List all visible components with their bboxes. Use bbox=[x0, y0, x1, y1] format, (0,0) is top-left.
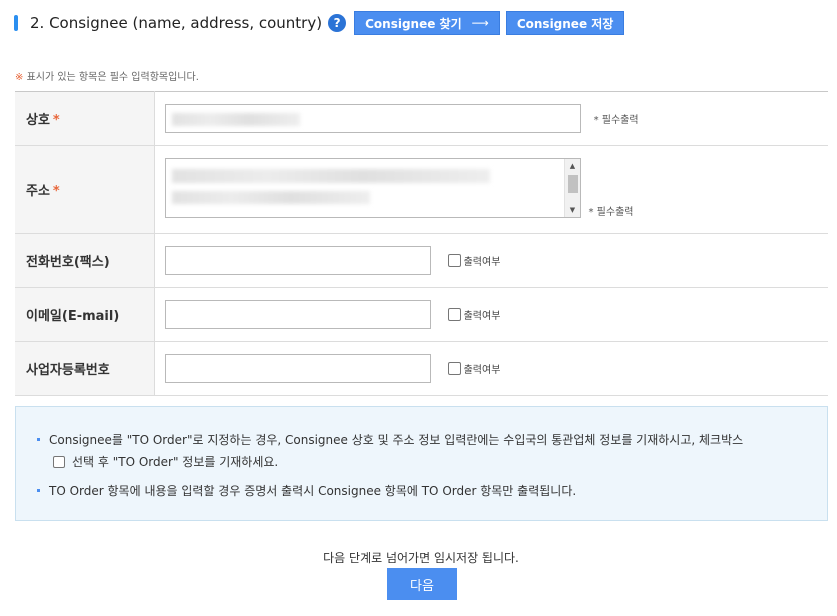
scrollbar[interactable]: ▲ ▼ bbox=[563, 158, 581, 217]
checkbox-label: 출력여부 bbox=[463, 257, 501, 268]
form-row-phone: 전화번호(팩스) 출력여부 bbox=[15, 233, 828, 288]
row-label: 상호 * bbox=[15, 91, 155, 146]
print-checkbox[interactable]: 출력여부 bbox=[447, 361, 501, 376]
form-row-business-number: 사업자등록번호 출력여부 bbox=[15, 341, 828, 396]
redacted-text bbox=[171, 168, 490, 183]
checkbox-label: 출력여부 bbox=[463, 311, 501, 322]
phone-fax-input[interactable] bbox=[164, 246, 431, 275]
label-text: 주소 bbox=[26, 184, 50, 199]
print-checkbox[interactable]: 출력여부 bbox=[447, 253, 501, 268]
consignee-address-textarea[interactable]: ▲ ▼ bbox=[164, 157, 581, 218]
section-marker bbox=[14, 15, 18, 31]
required-note-mark: ※ bbox=[15, 72, 24, 83]
find-consignee-button[interactable]: Consignee 찾기 ⟶ bbox=[354, 11, 500, 35]
info-line-1b: 선택 후 "TO Order" 정보를 기재하세요. bbox=[53, 453, 278, 470]
section-header: 2. Consignee (name, address, country) ? … bbox=[14, 10, 630, 36]
required-note: ※ 표시가 있는 항목은 필수 입력항목입니다. bbox=[15, 68, 199, 83]
redacted-text bbox=[171, 113, 300, 126]
checkbox-box[interactable] bbox=[447, 254, 461, 267]
field-cell: 출력여부 bbox=[154, 287, 828, 342]
temp-save-note: 다음 단계로 넘어가면 임시저장 됩니다. bbox=[323, 551, 519, 565]
required-print-tag: * 필수출력 bbox=[588, 207, 634, 218]
field-cell: * 필수출력 bbox=[154, 91, 828, 146]
section-title: 2. Consignee (name, address, country) bbox=[30, 14, 323, 32]
scroll-thumb[interactable] bbox=[567, 174, 578, 193]
scroll-down-icon[interactable]: ▼ bbox=[565, 203, 581, 217]
checkbox-label: 출력여부 bbox=[463, 365, 501, 376]
row-label: 사업자등록번호 bbox=[15, 341, 155, 396]
row-label: 이메일(E-mail) bbox=[15, 287, 155, 342]
next-button[interactable]: 다음 bbox=[387, 568, 457, 600]
redacted-text bbox=[171, 190, 370, 204]
field-cell: ▲ ▼ * 필수출력 bbox=[154, 145, 828, 234]
business-number-input[interactable] bbox=[164, 354, 431, 383]
to-order-checkbox[interactable] bbox=[53, 456, 65, 468]
field-cell: 출력여부 bbox=[154, 233, 828, 288]
info-box: Consignee를 "TO Order"로 지정하는 경우, Consigne… bbox=[15, 406, 828, 521]
checkbox-box[interactable] bbox=[447, 362, 461, 375]
row-label: 주소 * bbox=[15, 145, 155, 234]
arrow-right-icon: ⟶ bbox=[471, 16, 489, 30]
info-line-1: Consignee를 "TO Order"로 지정하는 경우, Consigne… bbox=[49, 433, 744, 447]
required-star: * bbox=[52, 113, 60, 128]
required-note-text: 표시가 있는 항목은 필수 입력항목입니다. bbox=[26, 72, 199, 83]
label-text: 상호 bbox=[26, 113, 50, 128]
row-label: 전화번호(팩스) bbox=[15, 233, 155, 288]
checkbox-box[interactable] bbox=[447, 308, 461, 321]
required-star: * bbox=[52, 184, 60, 199]
help-question-icon[interactable]: ? bbox=[328, 14, 347, 32]
bullet bbox=[37, 489, 40, 492]
bullet bbox=[37, 438, 40, 441]
field-cell: 출력여부 bbox=[154, 341, 828, 396]
form-row-address: 주소 * ▲ ▼ * 필수출력 bbox=[15, 145, 828, 234]
print-checkbox[interactable]: 출력여부 bbox=[447, 307, 501, 322]
form-row-email: 이메일(E-mail) 출력여부 bbox=[15, 287, 828, 342]
required-print-tag: * 필수출력 bbox=[593, 115, 639, 126]
info-line-2: TO Order 항목에 내용을 입력할 경우 증명서 출력시 Consigne… bbox=[49, 484, 577, 498]
find-consignee-label: Consignee 찾기 bbox=[365, 16, 462, 31]
consignee-name-input[interactable] bbox=[164, 104, 581, 133]
consignee-form: 상호 * * 필수출력 주소 * ▲ ▼ * 필수출력 전화번호(팩스) 출력여… bbox=[15, 91, 828, 396]
save-consignee-button[interactable]: Consignee 저장 bbox=[505, 11, 625, 35]
email-input[interactable] bbox=[164, 300, 431, 329]
info-line-1b-text: 선택 후 "TO Order" 정보를 기재하세요. bbox=[72, 455, 279, 469]
scroll-up-icon[interactable]: ▲ bbox=[565, 159, 581, 173]
form-row-name: 상호 * * 필수출력 bbox=[15, 91, 828, 146]
